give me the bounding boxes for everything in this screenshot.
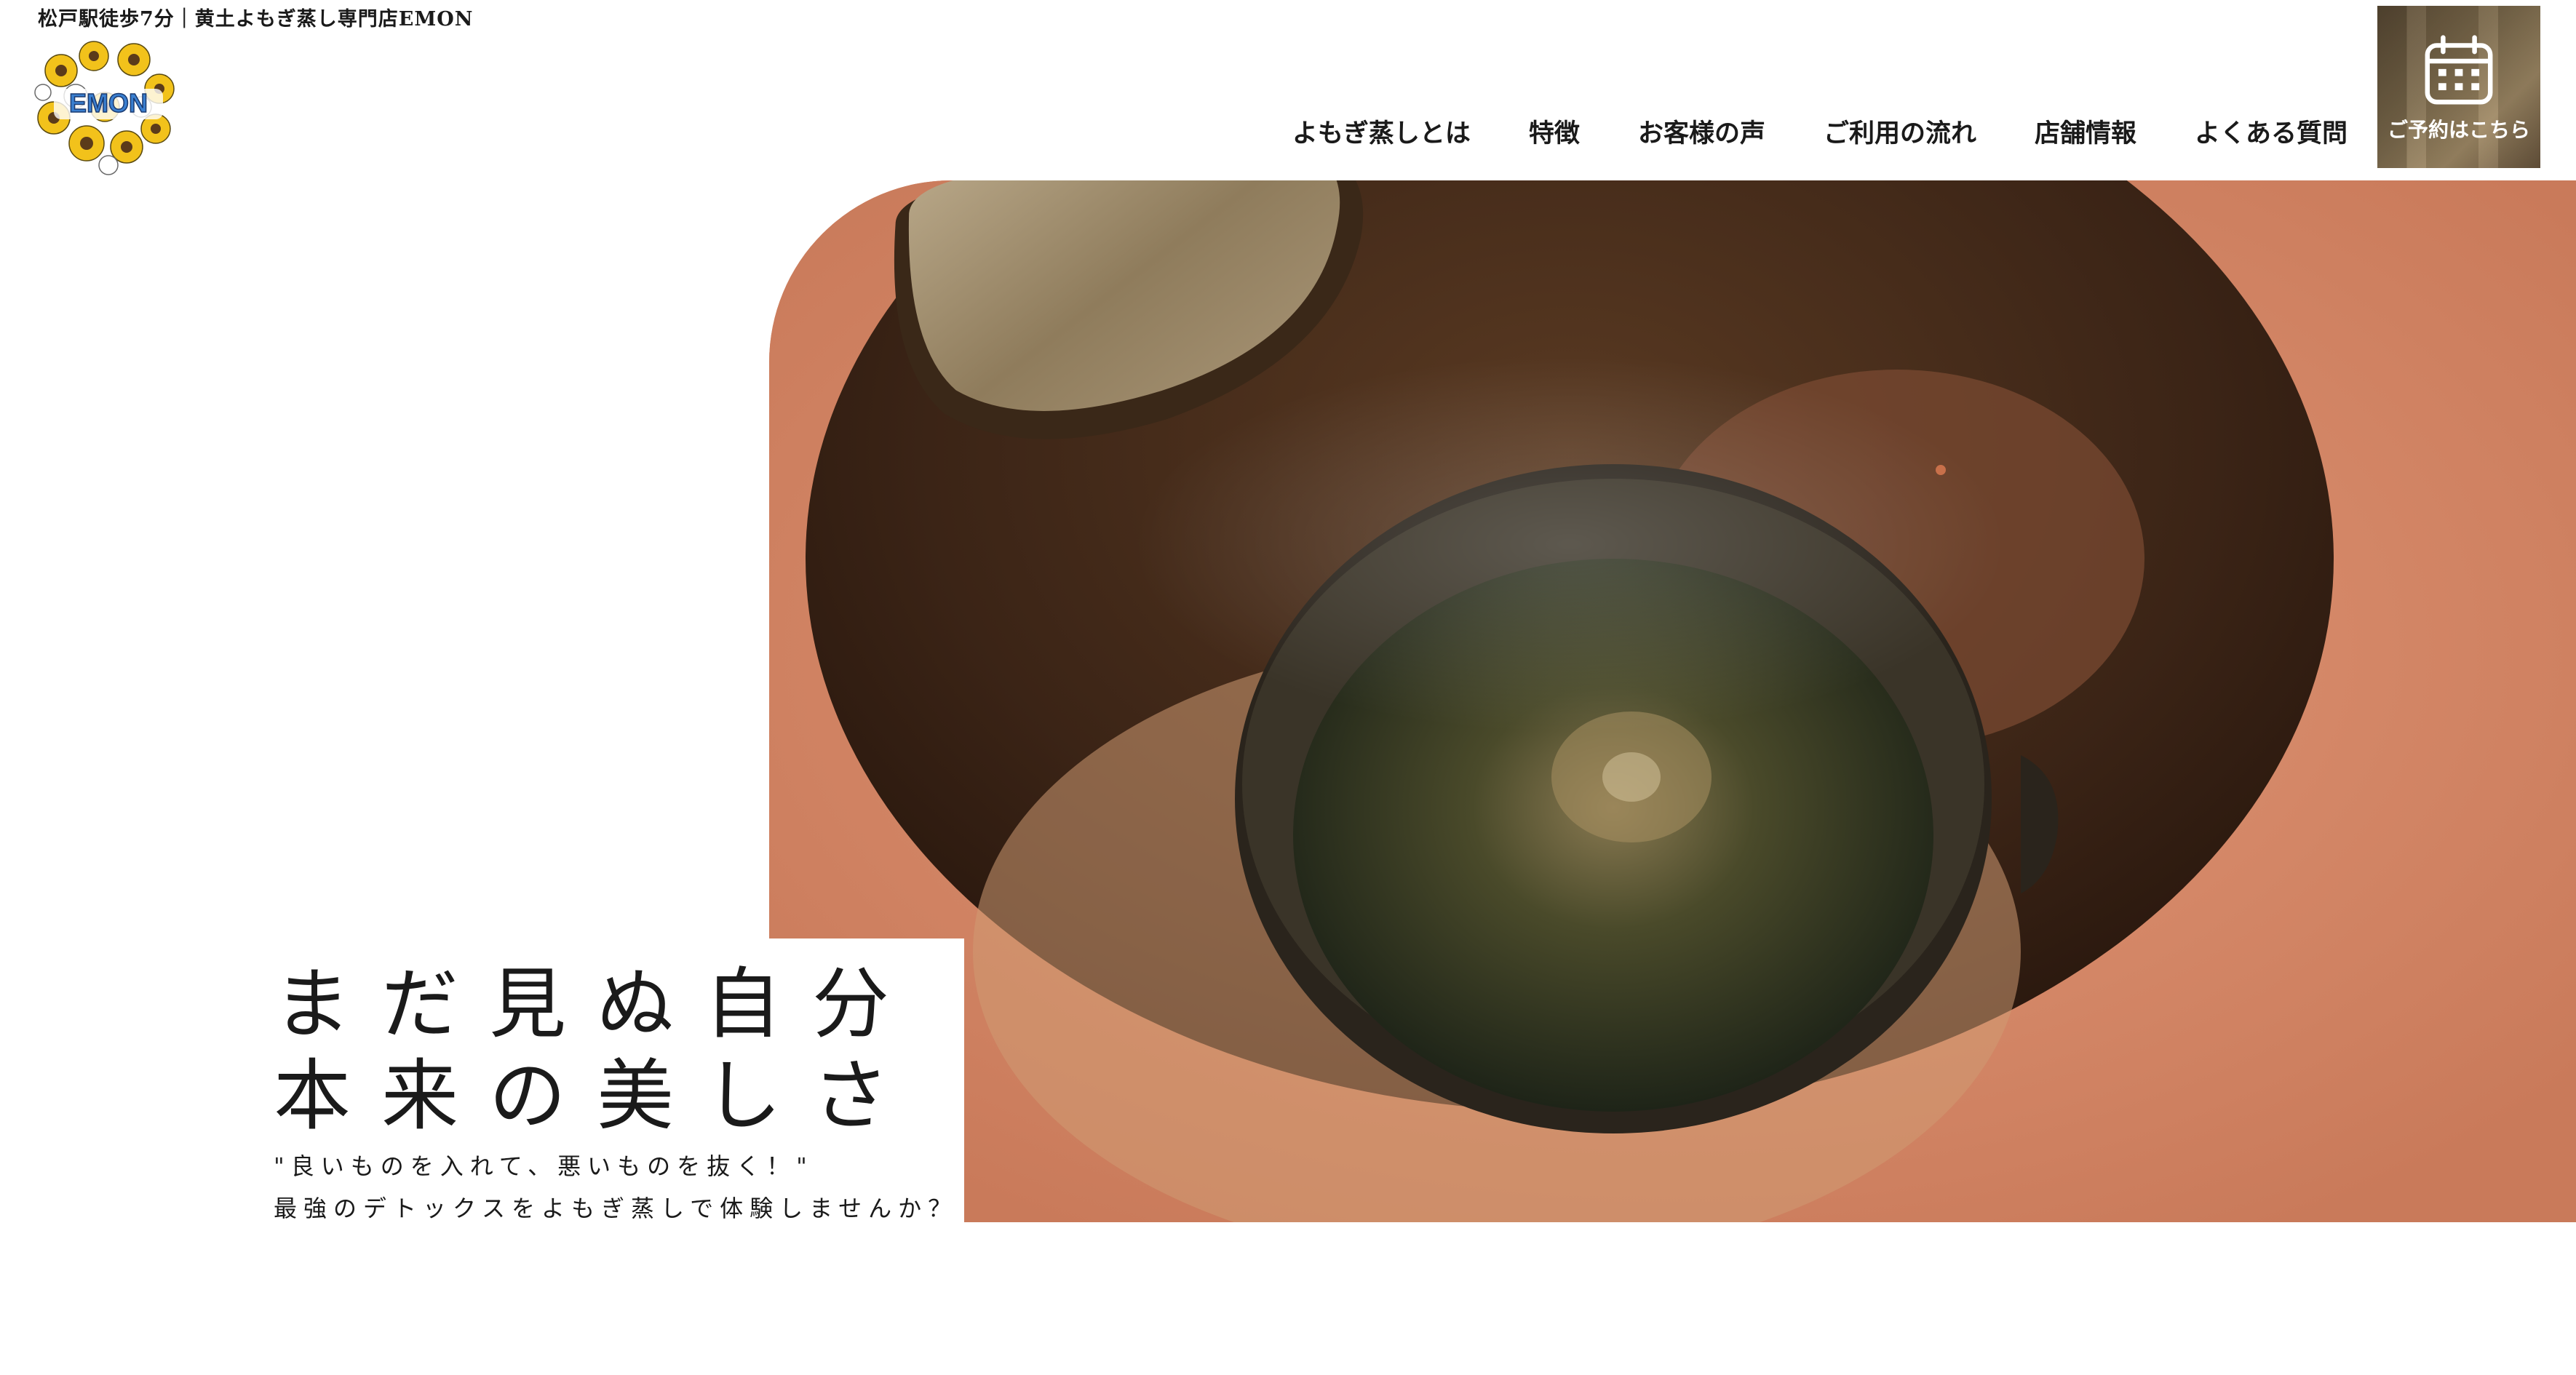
hero-image (769, 180, 2576, 1222)
nav-item-flow[interactable]: ご利用の流れ (1824, 113, 1976, 150)
nav-item-about-yomogi[interactable]: よもぎ蒸しとは (1292, 113, 1471, 150)
reservation-label: ご予約はこちら (2387, 117, 2530, 142)
nav-item-store-info[interactable]: 店舗情報 (2035, 113, 2136, 150)
yomogi-pot-photo (769, 180, 2576, 1222)
logo-text: EMON (69, 88, 148, 118)
main-nav: よもぎ蒸しとは 特徴 お客様の声 ご利用の流れ 店舗情報 よくある質問 (1292, 111, 2348, 151)
headline-line-1: まだ見ぬ自分 (274, 960, 920, 1049)
calendar-icon (2425, 34, 2493, 104)
hero-headline: まだ見ぬ自分 本来の美しさ (274, 959, 920, 1142)
logo[interactable]: EMON (32, 38, 185, 176)
nav-item-voices[interactable]: お客様の声 (1638, 113, 1765, 150)
site-tagline: 松戸駅徒歩7分｜黄土よもぎ蒸し専門店EMON (38, 8, 474, 31)
subcopy-line-2: 最強のデトックスをよもぎ蒸しで体験しませんか？ (274, 1195, 958, 1222)
hero-subcopy: "良いものを入れて、悪いものを抜く！" 最強のデトックスをよもぎ蒸しで体験しませ… (274, 1145, 958, 1229)
subcopy-line-1: "良いものを入れて、悪いものを抜く！" (274, 1152, 814, 1180)
nav-item-features[interactable]: 特徴 (1529, 113, 1580, 150)
nav-item-faq[interactable]: よくある質問 (2195, 113, 2348, 150)
headline-line-2: 本来の美しさ (274, 1051, 920, 1141)
reservation-button[interactable]: ご予約はこちら (2377, 6, 2540, 168)
